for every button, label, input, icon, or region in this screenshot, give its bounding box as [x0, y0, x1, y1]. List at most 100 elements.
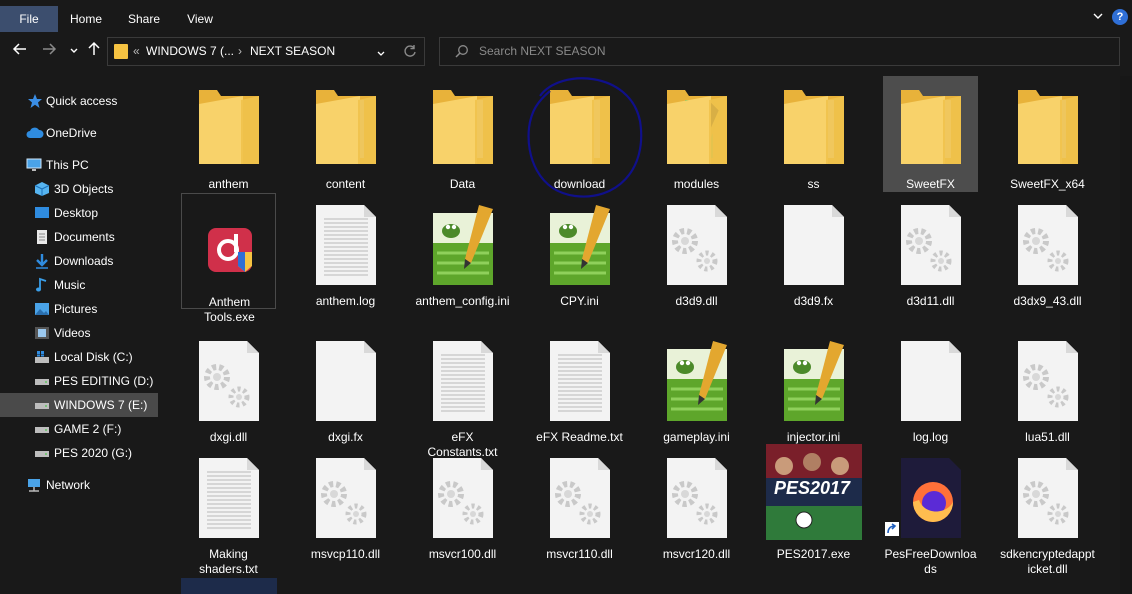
tab-home[interactable]: Home	[60, 6, 112, 32]
vertical-scrollbar[interactable]	[1120, 76, 1132, 594]
folder-icon	[899, 86, 963, 170]
file-item[interactable]: SweetFX	[883, 76, 978, 192]
download-arrow-icon	[34, 253, 50, 269]
sidebar-item-onedrive[interactable]: OneDrive	[0, 121, 158, 145]
desktop-icon	[34, 205, 50, 221]
gear-file-icon	[1016, 203, 1080, 287]
sidebar-item-quick-access[interactable]: Quick access	[0, 89, 158, 113]
sidebar-item-windows-7[interactable]: WINDOWS 7 (E:)	[0, 393, 158, 417]
breadcrumb-overflow[interactable]: «	[133, 44, 140, 58]
sidebar-item-network[interactable]: Network	[0, 473, 158, 497]
blank-file-icon	[782, 203, 846, 287]
file-item[interactable]: log.log	[883, 329, 978, 445]
breadcrumb-drive[interactable]: WINDOWS 7 (...	[146, 44, 234, 58]
file-item[interactable]: dxgi.fx	[298, 329, 393, 445]
sidebar-item-desktop[interactable]: Desktop	[0, 201, 158, 225]
document-icon	[34, 229, 50, 245]
file-item[interactable]: lua51.dll	[1000, 329, 1095, 445]
file-name: msvcr110.dll	[546, 547, 613, 561]
file-item[interactable]: d3d11.dll	[883, 193, 978, 309]
tab-share[interactable]: Share	[118, 6, 170, 32]
file-name: SweetFX_x64	[1010, 177, 1085, 191]
file-item[interactable]: PES2017 PES2017.exe	[766, 444, 862, 562]
file-item[interactable]: Anthem Tools.exe	[181, 193, 276, 324]
breadcrumb-separator-icon: ›	[238, 44, 242, 58]
file-item[interactable]: gameplay.ini	[649, 329, 744, 445]
file-name: gameplay.ini	[663, 430, 730, 444]
windows-drive-icon	[34, 349, 50, 365]
sidebar-item-pictures[interactable]: Pictures	[0, 297, 158, 321]
shortcut-arrow-icon	[885, 522, 899, 536]
file-item[interactable]: eFX Constants.txt	[415, 329, 510, 459]
back-arrow-icon[interactable]	[9, 41, 31, 63]
file-name: anthem_config.ini	[415, 294, 510, 308]
text-file-icon	[431, 339, 495, 423]
address-bar[interactable]: « WINDOWS 7 (... › NEXT SEASON	[107, 37, 425, 66]
text-file-icon	[314, 203, 378, 287]
sidebar-item-pes-editing[interactable]: PES EDITING (D:)	[0, 369, 158, 393]
notepad-plus-plus-icon	[665, 339, 729, 423]
file-name: Anthem Tools.exe	[204, 295, 255, 324]
pes-cover-partial-icon[interactable]	[181, 578, 277, 594]
address-history-chevron-icon[interactable]	[376, 46, 386, 64]
file-item[interactable]: content	[298, 76, 393, 192]
up-arrow-icon[interactable]	[83, 41, 105, 63]
folder-icon	[431, 86, 495, 170]
file-item[interactable]: ss	[766, 76, 861, 192]
file-name: PesFreeDownloads	[884, 547, 977, 576]
file-item[interactable]: CPY.ini	[532, 193, 627, 309]
file-item[interactable]: dxgi.dll	[181, 329, 276, 445]
file-item[interactable]: msvcp110.dll	[298, 446, 393, 562]
folder-icon	[782, 86, 846, 170]
sidebar-item-3d-objects[interactable]: 3D Objects	[0, 177, 158, 201]
sidebar-item-pes-2020[interactable]: PES 2020 (G:)	[0, 441, 158, 465]
navigation-pane: Quick access OneDrive This PC 3D Objects…	[0, 86, 158, 594]
file-item[interactable]: eFX Readme.txt	[532, 329, 627, 445]
file-item[interactable]: anthem.log	[298, 193, 393, 309]
file-item[interactable]: msvcr100.dll	[415, 446, 510, 562]
file-item[interactable]: d3d9.dll	[649, 193, 744, 309]
file-item[interactable]: injector.ini	[766, 329, 861, 445]
sidebar-item-this-pc[interactable]: This PC	[0, 153, 158, 177]
sidebar-item-local-disk[interactable]: Local Disk (C:)	[0, 345, 158, 369]
sidebar-item-label: Local Disk (C:)	[54, 350, 133, 364]
blank-file-icon	[314, 339, 378, 423]
refresh-icon[interactable]	[403, 44, 417, 63]
file-item[interactable]: Data	[415, 76, 510, 192]
file-item[interactable]: Making shaders.txt	[181, 446, 276, 576]
sidebar-item-videos[interactable]: Videos	[0, 321, 158, 345]
forward-arrow-icon[interactable]	[38, 41, 60, 63]
breadcrumb-current[interactable]: NEXT SEASON	[250, 44, 335, 58]
file-item[interactable]: d3d9.fx	[766, 193, 861, 309]
drive-icon	[34, 421, 50, 437]
file-item[interactable]: PesFreeDownloads	[883, 446, 978, 576]
file-item[interactable]: msvcr120.dll	[649, 446, 744, 562]
file-item[interactable]: msvcr110.dll	[532, 446, 627, 562]
sidebar-item-documents[interactable]: Documents	[0, 225, 158, 249]
sidebar-item-label: Desktop	[54, 206, 99, 220]
tab-view[interactable]: View	[174, 6, 226, 32]
sidebar-item-music[interactable]: Music	[0, 273, 158, 297]
sidebar-item-game-2[interactable]: GAME 2 (F:)	[0, 417, 158, 441]
help-icon[interactable]: ?	[1112, 9, 1128, 25]
recent-locations-chevron-icon[interactable]	[63, 41, 85, 63]
file-item[interactable]: d3dx9_43.dll	[1000, 193, 1095, 309]
sidebar-item-label: GAME 2 (F:)	[54, 422, 122, 436]
sidebar-item-label: Videos	[54, 326, 91, 340]
file-item[interactable]: modules	[649, 76, 744, 192]
file-item[interactable]: anthem_config.ini	[415, 193, 510, 309]
sidebar-item-label: PES 2020 (G:)	[54, 446, 133, 460]
file-item[interactable]: sdkencryptedappticket.dll	[1000, 446, 1095, 576]
search-box[interactable]: Search NEXT SEASON	[439, 37, 1120, 66]
sidebar-item-downloads[interactable]: Downloads	[0, 249, 158, 273]
file-item[interactable]: anthem	[181, 76, 276, 192]
file-name: d3d9.fx	[793, 294, 834, 308]
expand-ribbon-icon[interactable]	[1089, 10, 1107, 26]
sidebar-item-label: Documents	[54, 230, 115, 244]
file-name: msvcr100.dll	[428, 547, 497, 561]
file-item[interactable]: SweetFX_x64	[1000, 76, 1095, 192]
tab-file[interactable]: File	[0, 6, 58, 32]
star-icon	[27, 93, 43, 109]
file-name: log.log	[912, 430, 949, 444]
anthem-tools-app-icon	[198, 204, 262, 288]
